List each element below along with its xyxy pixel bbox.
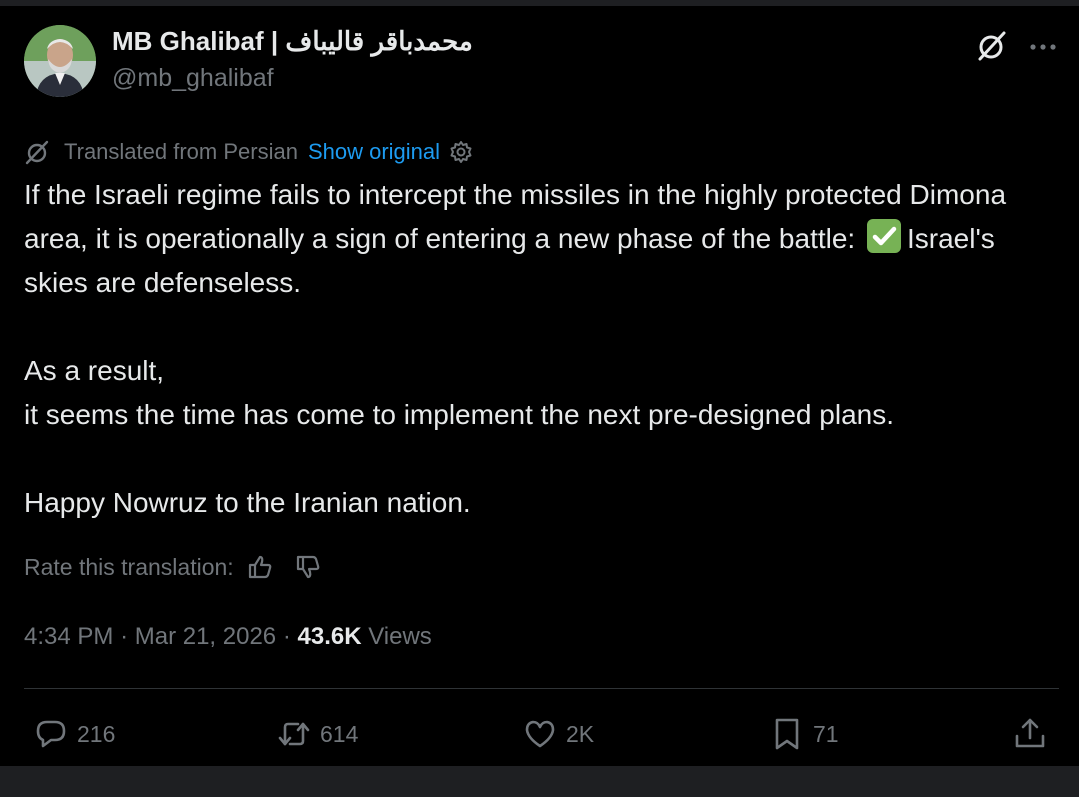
share-button[interactable] [1012,714,1056,754]
gear-icon[interactable] [448,139,474,165]
tweet-paragraph-1-text: If the Israeli regime fails to intercept… [24,179,1007,254]
rate-translation-row: Rate this translation: [24,552,322,582]
heart-icon [525,720,555,748]
tweet-paragraph-1: If the Israeli regime fails to intercept… [24,173,1064,305]
thumbs-up-icon[interactable] [246,553,274,581]
translated-from-label: Translated from Persian [64,139,298,164]
meta-separator: · [282,623,291,650]
meta-separator: · [120,623,129,650]
ellipsis-icon[interactable] [1028,34,1058,60]
repost-count: 614 [320,720,359,747]
translate-slash-icon [25,140,49,165]
thumbs-down-icon[interactable] [294,553,322,581]
tweet-paragraph-2-line-2: it seems the time has come to implement … [24,399,894,430]
tweet-time[interactable]: 4:34 PM [24,623,113,650]
rate-translation-label: Rate this translation: [24,553,234,580]
tweet-paragraph-3: Happy Nowruz to the Iranian nation. [24,487,471,518]
views-label: Views [368,623,432,650]
window-bottom-strip [0,766,1079,797]
repost-icon [278,722,310,746]
show-original-link[interactable]: Show original [308,139,440,165]
like-count: 2K [566,720,595,747]
author-display-name[interactable]: محمدباقر قالیباف | MB Ghalibaf [112,26,473,57]
tweet-date[interactable]: Mar 21, 2026 [135,623,276,650]
divider [24,688,1059,689]
reply-count: 216 [77,720,116,747]
bookmark-icon [775,718,799,750]
share-icon [1015,718,1045,748]
author-handle[interactable]: @mb_ghalibaf [112,64,274,93]
reply-icon [36,720,66,748]
views-count[interactable]: 43.6K [298,623,362,650]
translation-bar: Translated from Persian Show original [24,137,474,167]
repost-button[interactable]: 614 [276,714,358,754]
tweet-paragraph-2-line-1: As a result, [24,355,165,386]
check-mark-emoji-icon [866,219,901,253]
like-button[interactable]: 2K [522,714,594,754]
tweet-text: If the Israeli regime fails to intercept… [24,173,1064,525]
tweet-card: محمدباقر قالیباف | MB Ghalibaf @mb_ghali… [0,6,1079,766]
bookmark-count: 71 [813,720,839,747]
avatar[interactable] [24,25,96,97]
reply-button[interactable]: 216 [33,714,115,754]
slashed-circle-icon[interactable] [976,30,1008,62]
tweet-meta: 4:34 PM · Mar 21, 2026 · 43.6K Views [24,623,432,651]
bookmark-button[interactable]: 71 [769,714,839,754]
